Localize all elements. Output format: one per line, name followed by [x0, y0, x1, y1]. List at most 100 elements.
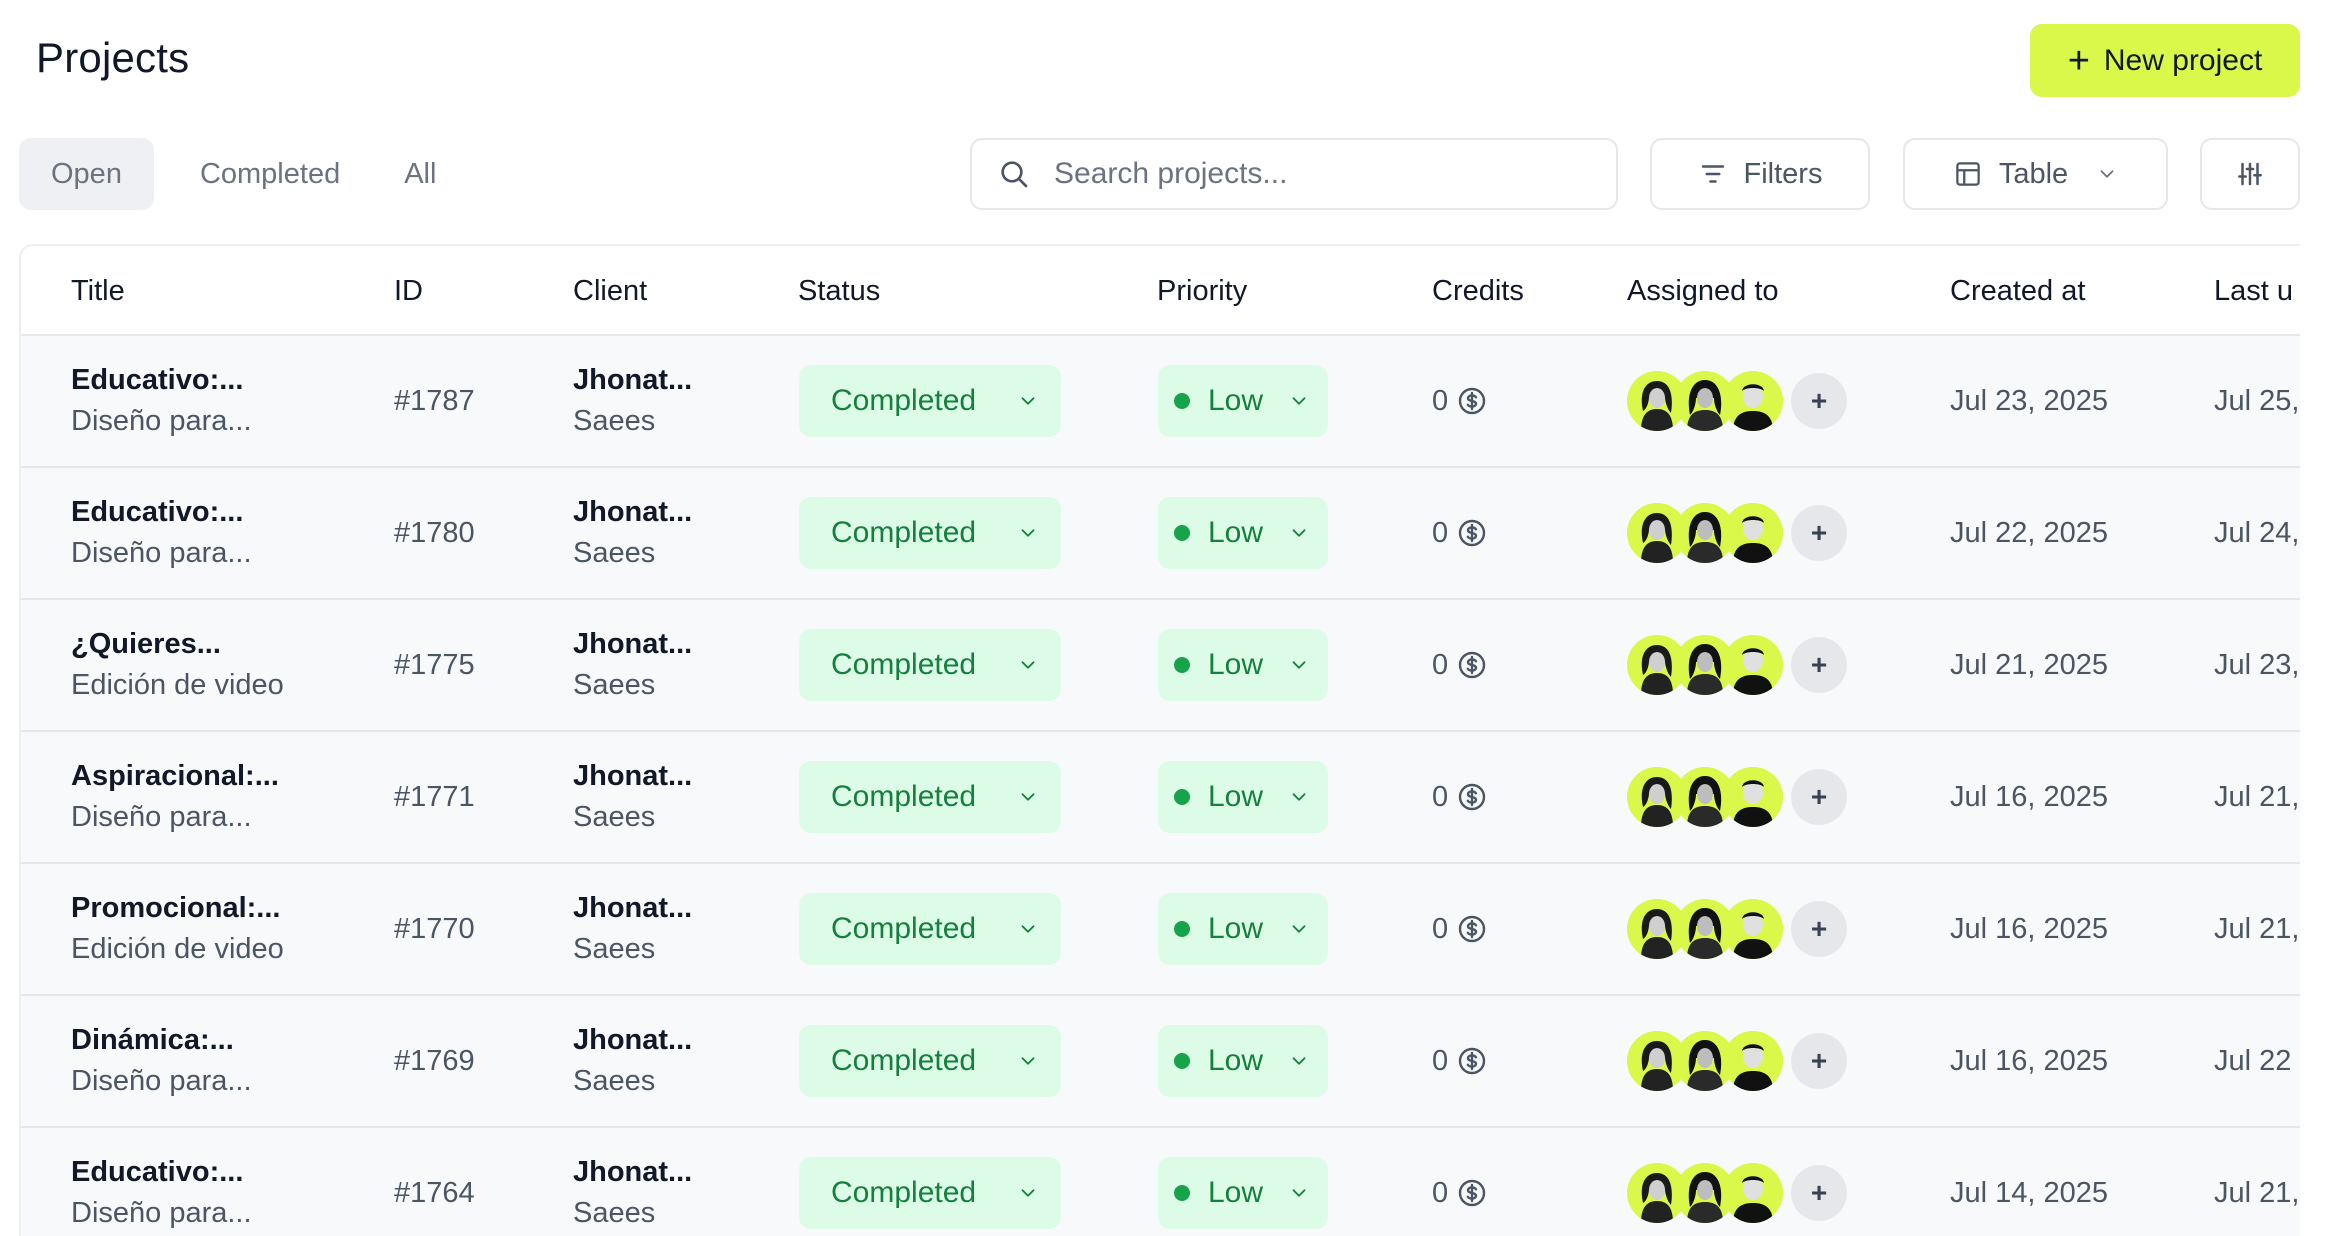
- table-row[interactable]: Educativo:... Diseño para... #1780 Jhona…: [21, 468, 2300, 600]
- client-name: Jhonat...: [573, 1024, 693, 1056]
- tab-open[interactable]: Open: [19, 138, 154, 210]
- status-dropdown[interactable]: Completed: [799, 365, 1061, 437]
- status-cell: Completed: [799, 1128, 1061, 1236]
- priority-dropdown[interactable]: Low: [1158, 761, 1328, 833]
- client-name: Jhonat...: [573, 892, 693, 924]
- title-cell: Dinámica:... Diseño para...: [71, 996, 252, 1126]
- column-last-updated[interactable]: Last u: [2214, 246, 2293, 336]
- status-dropdown[interactable]: Completed: [799, 1025, 1061, 1097]
- tab-all[interactable]: All: [372, 138, 468, 210]
- credits-value: 0: [1432, 1044, 1449, 1077]
- plus-icon: +: [2067, 39, 2090, 82]
- avatar[interactable]: [1723, 767, 1783, 827]
- project-id: #1769: [394, 1044, 475, 1077]
- dollar-coin-icon: [1458, 519, 1486, 547]
- chevron-down-icon: [1017, 654, 1039, 676]
- status-dropdown[interactable]: Completed: [799, 497, 1061, 569]
- created-date: Jul 16, 2025: [1950, 1044, 2109, 1077]
- priority-cell: Low: [1158, 732, 1328, 862]
- add-assignee-button[interactable]: +: [1791, 637, 1847, 693]
- client-surname: Saees: [573, 933, 656, 965]
- status-dropdown[interactable]: Completed: [799, 893, 1061, 965]
- status-dropdown[interactable]: Completed: [799, 629, 1061, 701]
- table-row[interactable]: ¿Quieres... Edición de video #1775 Jhona…: [21, 600, 2300, 732]
- column-priority[interactable]: Priority: [1157, 246, 1247, 336]
- updated-date: Jul 25,: [2214, 384, 2300, 417]
- created-date: Jul 14, 2025: [1950, 1176, 2109, 1209]
- project-subtitle: Diseño para...: [71, 1065, 252, 1097]
- project-title[interactable]: Educativo:...: [71, 1156, 252, 1189]
- table-row[interactable]: Educativo:... Diseño para... #1787 Jhona…: [21, 336, 2300, 468]
- avatar[interactable]: [1723, 1163, 1783, 1223]
- new-project-button[interactable]: + New project: [2030, 24, 2300, 97]
- credits-value: 0: [1432, 780, 1449, 813]
- created-date: Jul 16, 2025: [1950, 912, 2109, 945]
- table-row[interactable]: Aspiracional:... Diseño para... #1771 Jh…: [21, 732, 2300, 864]
- project-title[interactable]: Dinámica:...: [71, 1024, 252, 1057]
- status-dropdown[interactable]: Completed: [799, 1157, 1061, 1229]
- credits-cell: 0: [1432, 996, 1488, 1126]
- column-assigned[interactable]: Assigned to: [1627, 246, 1779, 336]
- project-subtitle: Diseño para...: [71, 1197, 252, 1229]
- column-client[interactable]: Client: [573, 246, 647, 336]
- avatar[interactable]: [1723, 503, 1783, 563]
- add-assignee-button[interactable]: +: [1791, 1033, 1847, 1089]
- project-title[interactable]: Educativo:...: [71, 496, 252, 529]
- title-cell: Promocional:... Edición de video: [71, 864, 284, 994]
- id-cell: #1780: [394, 468, 475, 598]
- priority-label: Low: [1208, 1044, 1264, 1077]
- filters-button[interactable]: Filters: [1650, 138, 1870, 210]
- chevron-down-icon: [1017, 786, 1039, 808]
- updated-cell: Jul 21,: [2214, 1128, 2299, 1236]
- priority-dot: [1174, 1185, 1190, 1201]
- client-surname: Saees: [573, 801, 656, 833]
- project-title[interactable]: Educativo:...: [71, 364, 252, 397]
- priority-dropdown[interactable]: Low: [1158, 629, 1328, 701]
- priority-dropdown[interactable]: Low: [1158, 893, 1328, 965]
- priority-dropdown[interactable]: Low: [1158, 1157, 1328, 1229]
- avatar[interactable]: [1723, 635, 1783, 695]
- add-assignee-button[interactable]: +: [1791, 769, 1847, 825]
- priority-dropdown[interactable]: Low: [1158, 365, 1328, 437]
- table-row[interactable]: Dinámica:... Diseño para... #1769 Jhonat…: [21, 996, 2300, 1128]
- priority-dropdown[interactable]: Low: [1158, 497, 1328, 569]
- created-cell: Jul 14, 2025: [1950, 1128, 2108, 1236]
- project-title[interactable]: Promocional:...: [71, 892, 284, 925]
- column-credits[interactable]: Credits: [1432, 246, 1524, 336]
- filter-icon: [1701, 165, 1724, 183]
- priority-dot: [1174, 789, 1190, 805]
- avatar[interactable]: [1723, 1031, 1783, 1091]
- project-title[interactable]: ¿Quieres...: [71, 628, 284, 661]
- column-id[interactable]: ID: [394, 246, 423, 336]
- column-status[interactable]: Status: [798, 246, 880, 336]
- projects-page: Projects + New project Open Completed Al…: [0, 0, 2325, 1236]
- chevron-down-icon: [1288, 390, 1310, 412]
- column-created[interactable]: Created at: [1950, 246, 2085, 336]
- table-header: Title ID Client Status Priority Credits …: [21, 246, 2300, 336]
- add-assignee-button[interactable]: +: [1791, 505, 1847, 561]
- created-cell: Jul 22, 2025: [1950, 468, 2108, 598]
- table-row[interactable]: Educativo:... Diseño para... #1764 Jhona…: [21, 1128, 2300, 1236]
- view-select[interactable]: Table: [1903, 138, 2168, 210]
- add-assignee-button[interactable]: +: [1791, 373, 1847, 429]
- tab-completed[interactable]: Completed: [168, 138, 372, 210]
- priority-dropdown[interactable]: Low: [1158, 1025, 1328, 1097]
- credits-value: 0: [1432, 1176, 1449, 1209]
- updated-date: Jul 21,: [2214, 780, 2300, 813]
- project-title[interactable]: Aspiracional:...: [71, 760, 279, 793]
- add-assignee-button[interactable]: +: [1791, 901, 1847, 957]
- search-input[interactable]: [1054, 157, 1594, 191]
- add-assignee-button[interactable]: +: [1791, 1165, 1847, 1221]
- status-dropdown[interactable]: Completed: [799, 761, 1061, 833]
- dollar-coin-icon: [1458, 387, 1486, 415]
- column-title[interactable]: Title: [71, 246, 125, 336]
- client-name: Jhonat...: [573, 760, 693, 792]
- avatar[interactable]: [1723, 371, 1783, 431]
- table-row[interactable]: Promocional:... Edición de video #1770 J…: [21, 864, 2300, 996]
- priority-cell: Low: [1158, 996, 1328, 1126]
- project-id: #1780: [394, 516, 475, 549]
- avatar[interactable]: [1723, 899, 1783, 959]
- id-cell: #1769: [394, 996, 475, 1126]
- created-date: Jul 23, 2025: [1950, 384, 2109, 417]
- column-settings-button[interactable]: [2200, 138, 2300, 210]
